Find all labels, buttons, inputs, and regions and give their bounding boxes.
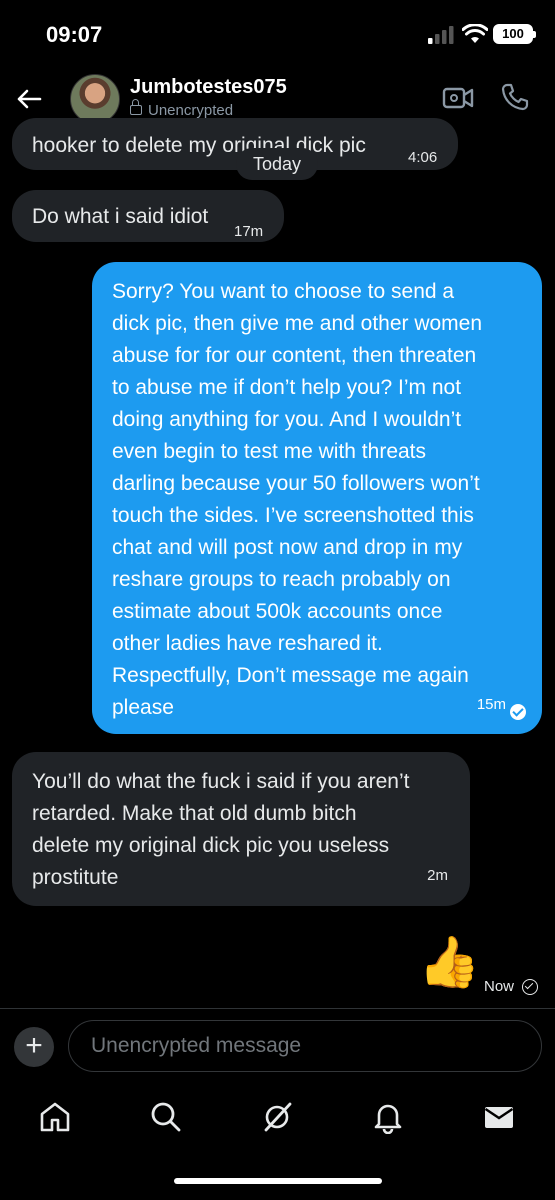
encryption-label: Unencrypted (148, 102, 234, 119)
lock-icon (130, 99, 142, 115)
avatar[interactable] (70, 74, 120, 124)
add-attachment-button[interactable]: + (14, 1027, 54, 1067)
status-bar: 09:07 100 (0, 0, 555, 70)
message-bubble-received[interactable]: You’ll do what the fuck i said if you ar… (12, 752, 470, 906)
video-call-icon[interactable] (442, 84, 474, 112)
message-text: Do what i said idiot (32, 205, 209, 228)
message-timestamp: Now (484, 978, 515, 995)
cellular-signal-icon (428, 26, 454, 44)
message-composer: + (0, 1008, 555, 1085)
contact-name[interactable]: Jumbotestes075 (130, 76, 287, 99)
home-indicator (174, 1178, 382, 1184)
message-timestamp: 15m (476, 696, 506, 713)
status-time: 09:07 (46, 22, 103, 47)
message-timestamp: 17m (234, 223, 264, 240)
message-bubble-received[interactable]: Do what i said idiot 17m (12, 190, 284, 242)
message-bubble-received[interactable]: hooker to delete my original dick pic 4:… (12, 118, 458, 170)
battery-indicator: 100 (493, 24, 536, 44)
message-text: You’ll do what the fuck i said if you ar… (32, 770, 410, 889)
message-timestamp: 2m (427, 867, 448, 884)
read-receipt-icon (510, 704, 526, 720)
date-separator: Today (236, 148, 318, 180)
search-icon[interactable] (149, 1100, 183, 1134)
phone-call-icon[interactable] (500, 82, 530, 112)
message-timestamp: 4:06 (408, 149, 438, 166)
thumbs-up-emoji-message[interactable]: 👍 (418, 934, 480, 990)
message-bubble-sent[interactable]: Sorry? You want to choose to send a dick… (92, 262, 542, 734)
message-input[interactable] (68, 1020, 542, 1072)
grok-icon[interactable] (260, 1100, 294, 1134)
notifications-icon[interactable] (371, 1100, 405, 1134)
back-arrow-icon[interactable] (14, 84, 44, 114)
sent-status-icon (522, 979, 538, 995)
wifi-icon (462, 24, 488, 43)
message-text: Sorry? You want to choose to send a dick… (112, 280, 483, 719)
home-icon[interactable] (38, 1100, 72, 1134)
messages-icon[interactable] (482, 1100, 516, 1134)
encryption-status: Unencrypted (130, 99, 234, 119)
